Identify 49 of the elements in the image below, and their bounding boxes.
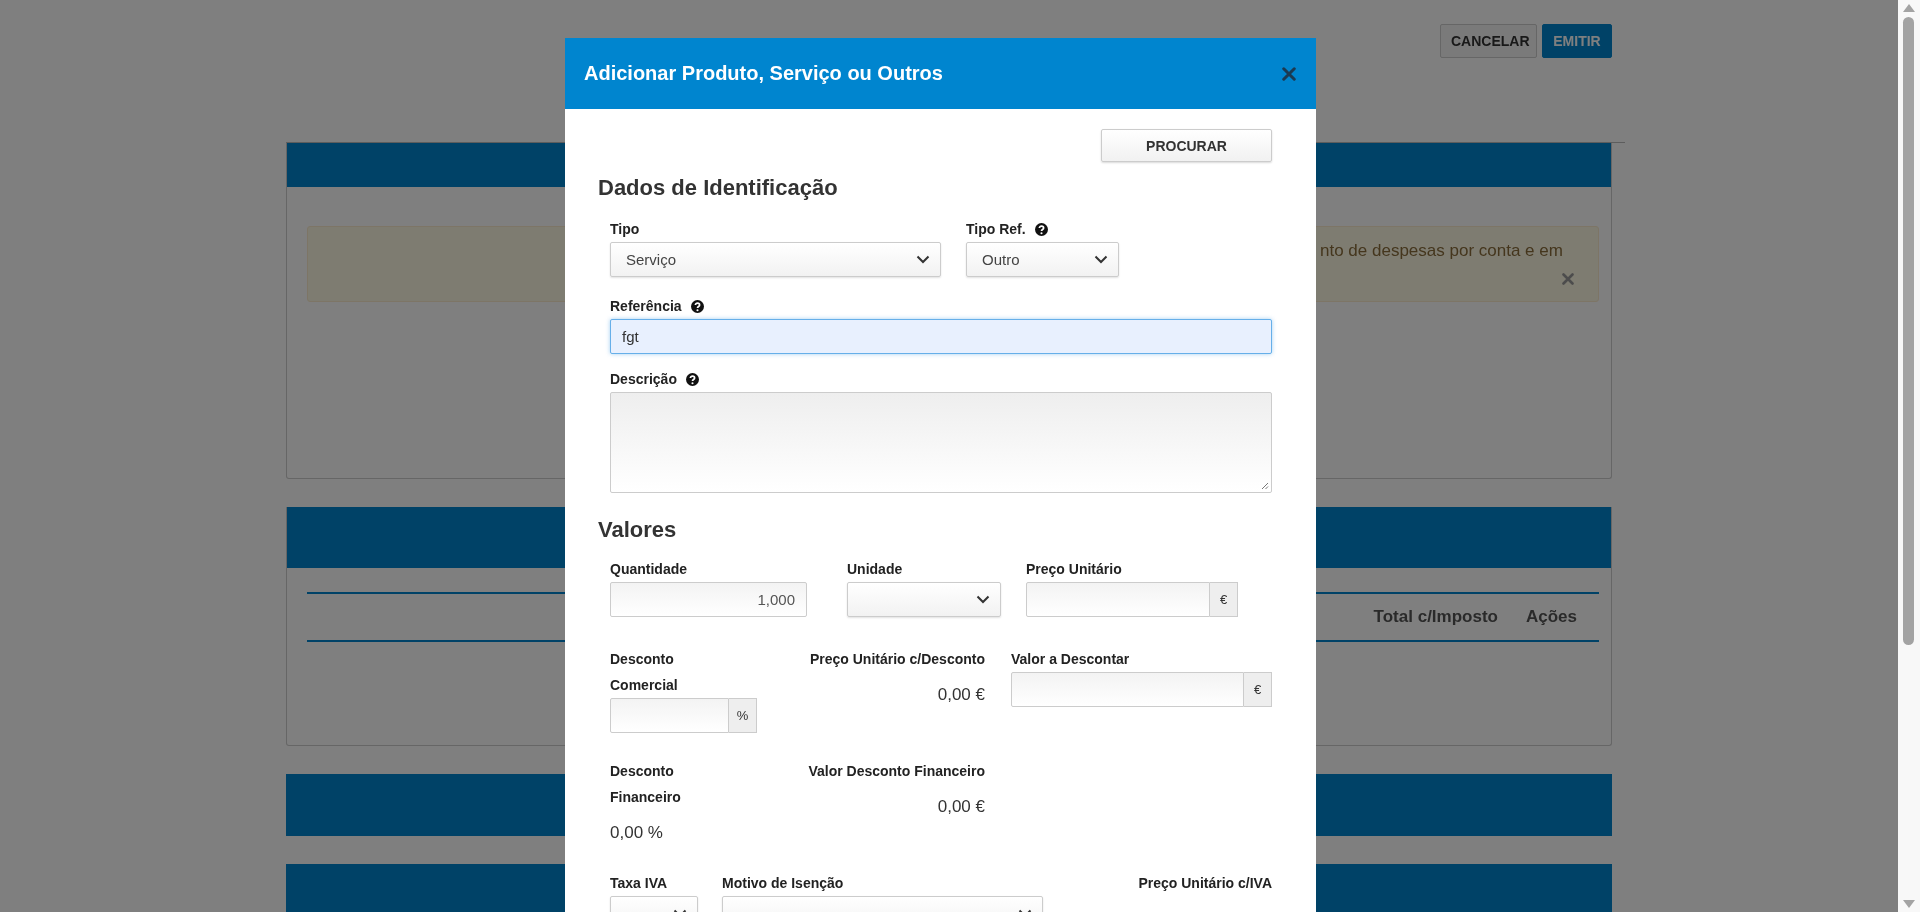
dropdown[interactable]: Outro bbox=[966, 242, 1119, 277]
dropdown[interactable] bbox=[847, 582, 1001, 617]
column-header: Ações bbox=[1525, 607, 1577, 627]
field-label: Tipo Ref. bbox=[966, 220, 1026, 239]
field-label: Desconto Financeiro bbox=[610, 762, 682, 807]
field-label: Quantidade bbox=[610, 560, 687, 579]
section-heading: Valores bbox=[598, 517, 678, 543]
help-icon[interactable] bbox=[690, 299, 704, 313]
dialog-title: Adicionar Produto, Serviço ou Outros bbox=[584, 62, 943, 85]
close-icon[interactable] bbox=[1282, 66, 1296, 81]
scrollbar-thumb[interactable] bbox=[1903, 17, 1914, 645]
column-header: Total c/Imposto bbox=[1373, 607, 1498, 627]
field-label: Desconto Comercial bbox=[610, 650, 679, 695]
chevron-icon bbox=[916, 255, 930, 264]
input-field[interactable]: 1,000 bbox=[610, 582, 807, 617]
field-label: Preço Unitário c/IVA bbox=[1138, 874, 1272, 893]
chevron-icon bbox=[976, 595, 990, 604]
field-label: Referência bbox=[610, 297, 682, 316]
alert-text: nto de despesas por conta e em bbox=[1320, 241, 1563, 260]
help-icon[interactable] bbox=[1034, 222, 1048, 236]
field-label: Valor a Descontar bbox=[1011, 650, 1130, 669]
value-text: 0,00 % bbox=[610, 822, 664, 844]
input-field[interactable]: fgt bbox=[610, 319, 1272, 354]
section-heading: Dados de Identificação bbox=[598, 175, 839, 201]
field-label: Preço Unitário c/Desconto bbox=[809, 650, 985, 669]
resize-grip-icon[interactable] bbox=[1261, 482, 1269, 490]
search-button[interactable]: PROCURAR bbox=[1101, 129, 1272, 162]
field-label: Taxa IVA bbox=[610, 874, 668, 893]
unit-addon: € bbox=[1244, 672, 1272, 707]
field-label: Valor Desconto Financeiro bbox=[808, 762, 985, 781]
field-label: Preço Unitário bbox=[1026, 560, 1122, 579]
help-icon[interactable] bbox=[685, 372, 699, 386]
dropdown[interactable]: Serviço bbox=[610, 242, 941, 277]
scroll-down-icon[interactable] bbox=[1903, 900, 1915, 908]
field-label: Tipo bbox=[610, 220, 640, 239]
input-field[interactable] bbox=[610, 698, 729, 733]
value-text: 0,00 € bbox=[937, 684, 985, 706]
unit-addon: € bbox=[1210, 582, 1238, 617]
field-label: Unidade bbox=[847, 560, 903, 579]
field-label: Descrição bbox=[610, 370, 677, 389]
unit-addon: % bbox=[729, 698, 757, 733]
field-label: Motivo de Isenção bbox=[722, 874, 844, 893]
input-field[interactable] bbox=[1026, 582, 1210, 617]
cancel-button[interactable]: CANCELAR bbox=[1440, 24, 1537, 58]
chevron-icon bbox=[1094, 255, 1108, 264]
close-icon[interactable] bbox=[1562, 273, 1574, 285]
value-text: 0,00 € bbox=[937, 796, 985, 818]
scroll-up-icon[interactable] bbox=[1903, 4, 1915, 12]
input-field[interactable] bbox=[1011, 672, 1244, 707]
